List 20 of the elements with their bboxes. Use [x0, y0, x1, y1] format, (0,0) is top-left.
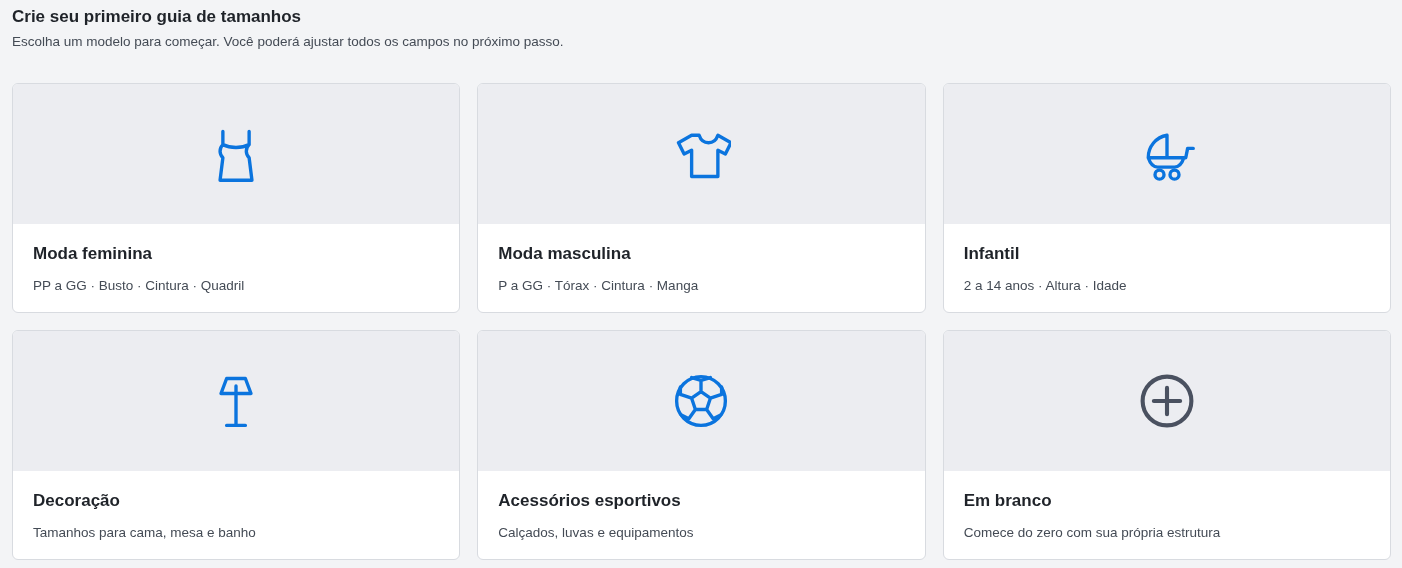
card-description: Comece do zero com sua própria estrutura [963, 524, 1222, 543]
card-description: Tamanhos para cama, mesa e banho [33, 524, 257, 543]
card-description: 2 a 14 anos · Altura · Idade [963, 277, 1128, 296]
template-card[interactable]: Decoração Tamanhos para cama, mesa e banho [12, 329, 461, 560]
template-card[interactable]: Em branco Comece do zero com sua própria estrutura [942, 329, 1391, 560]
card-title: Acessórios esportivos [498, 489, 682, 512]
card-description: P a GG · Tórax · Cintura · Manga [498, 277, 700, 296]
card-title: Em branco [963, 489, 1053, 512]
template-card[interactable]: Infantil 2 a 14 anos · Altura · Idade [942, 82, 1391, 313]
card-title: Moda feminina [33, 242, 153, 265]
template-card[interactable]: Acessórios esportivos Calçados, luvas e equipamentos [477, 329, 926, 560]
card-title: Moda masculina [498, 242, 632, 265]
card-description: PP a GG · Busto · Cintura · Quadril [33, 277, 246, 296]
template-card[interactable]: Moda masculina P a GG · Tórax · Cintura · Manga [477, 82, 926, 313]
page-title: Crie seu primeiro guia de tamanhos [12, 7, 303, 28]
page-subtitle: Escolha um modelo para começar. Você poderá ajustar todos os campos no próximo passo. [12, 33, 565, 52]
card-title: Decoração [33, 489, 121, 512]
card-description: Calçados, luvas e equipamentos [498, 524, 695, 543]
card-title: Infantil [963, 242, 1021, 265]
template-card[interactable]: Moda feminina PP a GG · Busto · Cintura · Quadril [12, 82, 461, 313]
